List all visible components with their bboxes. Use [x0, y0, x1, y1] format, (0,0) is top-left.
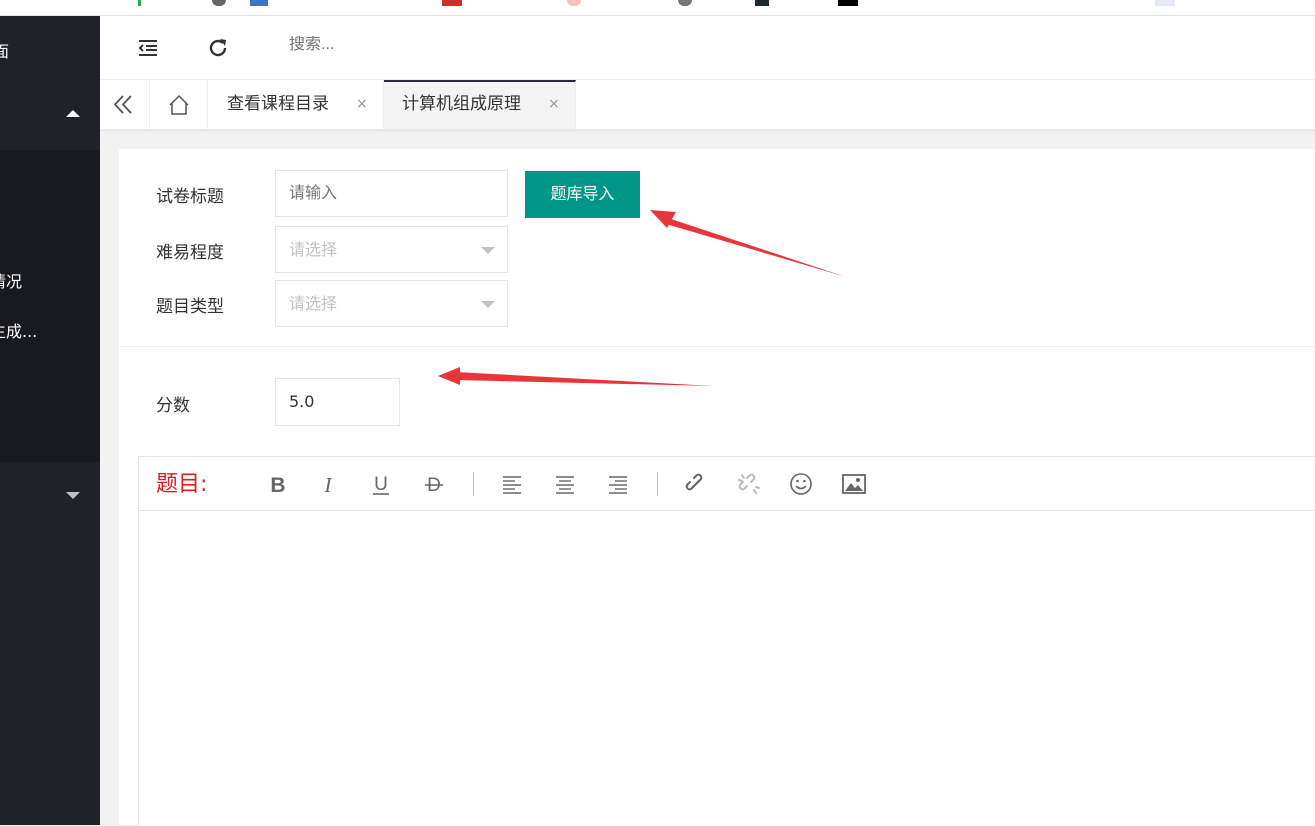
italic-icon[interactable]: I — [315, 471, 341, 497]
question-type-label: 题目类型 — [156, 297, 224, 317]
bookmark-icon[interactable] — [442, 0, 462, 6]
paper-title-input[interactable] — [275, 170, 508, 217]
toolbar-separator — [473, 472, 474, 496]
search-input[interactable] — [289, 36, 489, 54]
sidebar-item[interactable]: 情况 — [0, 268, 22, 292]
svg-text:U: U — [374, 474, 388, 495]
bookmark-icon[interactable] — [138, 0, 141, 6]
bold-icon[interactable]: B — [265, 471, 291, 497]
bookmark-icon[interactable] — [755, 0, 769, 6]
underline-icon[interactable]: U — [368, 471, 394, 497]
browser-bookmark-bar — [0, 0, 1315, 16]
tab-bar: 查看课程目录 × 计算机组成原理 × — [100, 80, 1315, 130]
question-type-select[interactable]: 请选择 — [275, 280, 508, 327]
svg-text:B: B — [270, 474, 285, 497]
sidebar-title: 面 — [0, 42, 10, 61]
emoji-icon[interactable] — [788, 471, 814, 497]
bookmark-icon[interactable] — [1155, 0, 1175, 6]
scroll-tabs-left-icon[interactable] — [100, 80, 150, 129]
caret-down-icon[interactable] — [66, 492, 80, 499]
align-right-icon[interactable] — [605, 471, 631, 497]
collapse-menu-icon[interactable] — [136, 36, 160, 60]
close-icon[interactable]: × — [548, 82, 560, 127]
dropdown-arrow-icon — [481, 247, 495, 254]
question-label: 题目: — [156, 472, 208, 497]
refresh-icon[interactable] — [206, 36, 230, 60]
svg-text:I: I — [324, 473, 333, 497]
content-panel: 试卷标题 题库导入 难易程度 请选择 题目类型 请选择 分数 5.0 题目: B… — [119, 149, 1315, 826]
home-icon[interactable] — [150, 80, 208, 129]
bookmark-icon[interactable] — [212, 0, 226, 6]
unlink-icon[interactable] — [736, 471, 762, 497]
editor-content-area[interactable] — [139, 512, 1315, 826]
question-type-select-value: 请选择 — [289, 294, 338, 313]
difficulty-select[interactable]: 请选择 — [275, 226, 508, 273]
divider — [119, 346, 1315, 347]
editor-toolbar: 题目: B I U D — [139, 457, 1315, 511]
close-icon[interactable]: × — [356, 80, 368, 129]
caret-up-icon — [66, 110, 80, 117]
bookmark-icon[interactable] — [567, 0, 581, 6]
tab-computer-organization[interactable]: 计算机组成原理 × — [384, 80, 576, 129]
strikethrough-icon[interactable]: D — [421, 471, 447, 497]
align-left-icon[interactable] — [499, 471, 525, 497]
difficulty-label: 难易程度 — [156, 243, 224, 263]
bookmark-icon[interactable] — [678, 0, 692, 6]
score-input[interactable]: 5.0 — [275, 378, 400, 426]
difficulty-select-value: 请选择 — [289, 240, 338, 259]
tab-label: 计算机组成原理 — [402, 94, 521, 114]
sidebar-submenu: 情况 生成... — [0, 150, 100, 462]
top-header — [100, 16, 1315, 80]
question-bank-import-button[interactable]: 题库导入 — [525, 171, 640, 218]
sidebar-item[interactable]: 生成... — [0, 318, 37, 342]
score-label: 分数 — [156, 396, 190, 416]
sidebar: 面 情况 生成... — [0, 16, 100, 825]
dropdown-arrow-icon — [481, 301, 495, 308]
tab-label: 查看课程目录 — [227, 94, 329, 114]
bookmark-icon[interactable] — [838, 0, 858, 6]
sidebar-group-expanded[interactable] — [0, 80, 100, 150]
tab-course-catalog[interactable]: 查看课程目录 × — [208, 80, 384, 129]
image-icon[interactable] — [841, 471, 867, 497]
align-center-icon[interactable] — [552, 471, 578, 497]
paper-title-label: 试卷标题 — [156, 187, 224, 207]
question-editor: 题目: B I U D — [138, 456, 1315, 826]
link-icon[interactable] — [683, 471, 709, 497]
bookmark-icon[interactable] — [250, 0, 268, 6]
toolbar-separator — [657, 472, 658, 496]
